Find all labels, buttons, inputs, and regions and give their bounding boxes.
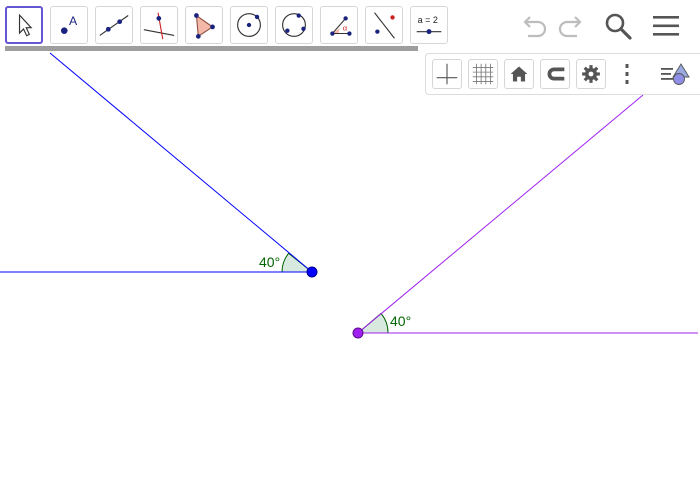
point-icon: A [60, 14, 78, 34]
angle-icon: α [330, 16, 352, 36]
toolbar: A α a = 2 [0, 0, 700, 51]
angle-label-purple: 40° [390, 313, 411, 329]
polygon-tool-button[interactable] [185, 6, 223, 44]
blue-vertex-point[interactable] [306, 266, 318, 278]
slider-icon: a = 2 [416, 15, 442, 35]
search-button[interactable] [600, 8, 636, 44]
svg-text:A: A [69, 14, 78, 28]
axes-icon [436, 63, 458, 85]
view-toggle-icon [661, 63, 690, 85]
toolbar-scroll-indicator [5, 46, 418, 51]
svg-text:a = 2: a = 2 [418, 15, 438, 25]
menu-icon [653, 16, 679, 36]
reflect-line-icon [374, 12, 395, 39]
magnet-icon [547, 67, 565, 81]
line-icon [99, 15, 129, 36]
undo-button[interactable] [516, 8, 552, 44]
circle-three-points-icon [282, 13, 306, 37]
home-icon [510, 66, 528, 82]
angle-tool-button[interactable]: α [320, 6, 358, 44]
purple-vertex-point[interactable] [352, 327, 364, 339]
perpendicular-line-icon [143, 12, 175, 40]
standard-view-button[interactable] [504, 59, 534, 89]
menu-button[interactable] [648, 8, 684, 44]
more-options-button[interactable] [612, 59, 642, 89]
grid-icon [472, 63, 494, 85]
purple-ray-diagonal[interactable] [357, 94, 644, 334]
circle-center-icon [237, 13, 261, 37]
cursor-arrow-icon [18, 13, 33, 37]
toggle-axes-button[interactable] [432, 59, 462, 89]
move-tool-button[interactable] [5, 6, 43, 44]
more-icon [625, 64, 629, 84]
settings-button[interactable] [576, 59, 606, 89]
redo-button[interactable] [553, 8, 589, 44]
point-capturing-button[interactable] [540, 59, 570, 89]
redo-icon [558, 16, 582, 38]
angle-label-blue: 40° [259, 254, 280, 270]
circle-three-points-tool-button[interactable] [275, 6, 313, 44]
point-tool-button[interactable]: A [50, 6, 88, 44]
line-tool-button[interactable] [95, 6, 133, 44]
reflect-tool-button[interactable] [365, 6, 403, 44]
polygon-icon [194, 13, 215, 39]
graphics-style-bar [425, 53, 700, 95]
geogebra-app: 40° 40° A α a = 2 [0, 0, 700, 500]
search-icon [605, 13, 632, 40]
gear-icon [582, 65, 600, 83]
toggle-grid-button[interactable] [468, 59, 498, 89]
blue-ray-diagonal[interactable] [49, 52, 313, 273]
perpendicular-line-tool-button[interactable] [140, 6, 178, 44]
toggle-style-bar-button[interactable] [660, 59, 690, 89]
undo-icon [523, 16, 547, 38]
slider-tool-button[interactable]: a = 2 [410, 6, 448, 44]
circle-center-point-tool-button[interactable] [230, 6, 268, 44]
svg-text:α: α [343, 24, 348, 33]
